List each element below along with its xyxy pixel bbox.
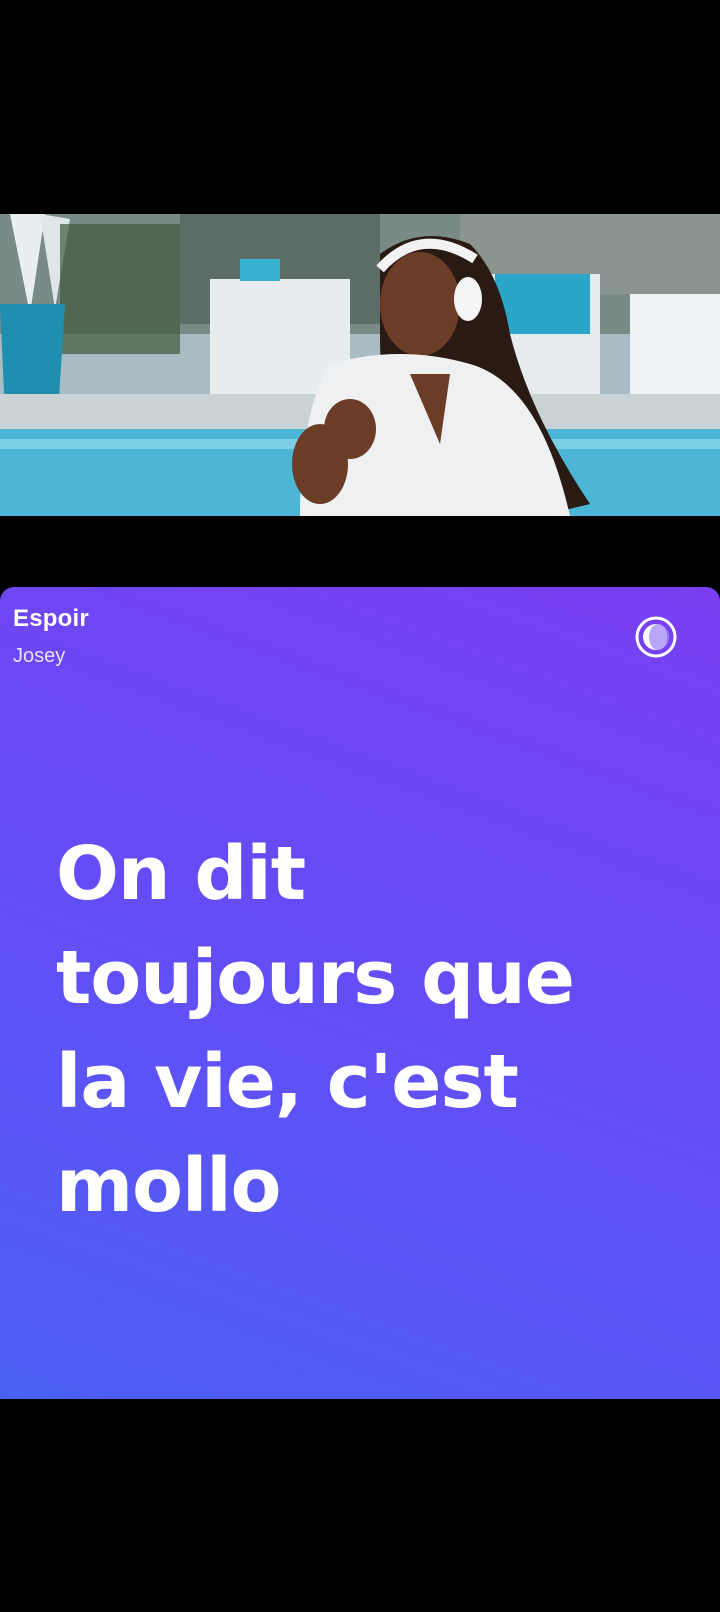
- half-moon-icon: [635, 616, 677, 658]
- music-video-frame[interactable]: [0, 214, 720, 516]
- current-lyric-line: On dit toujours que la vie, c'est mollo: [56, 831, 575, 1229]
- lyrics-theme-toggle-button[interactable]: [634, 615, 678, 659]
- song-artist: Josey: [13, 645, 66, 667]
- video-thumbnail: [0, 214, 720, 516]
- lyrics-card[interactable]: Espoir Josey On dit toujours que la vie,…: [0, 587, 720, 1399]
- song-title: Espoir: [13, 605, 89, 632]
